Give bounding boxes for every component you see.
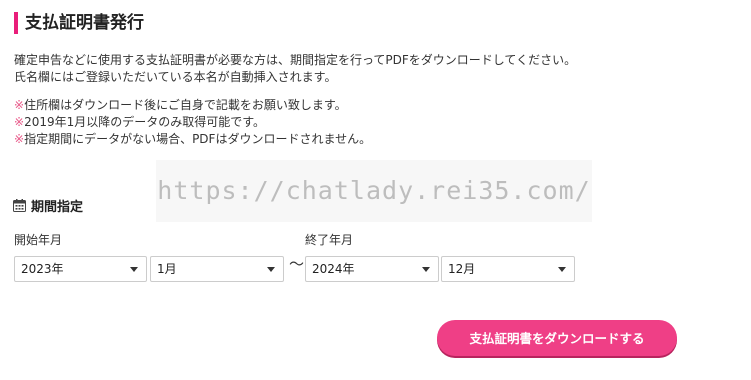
note-text: 2019年1月以降のデータのみ取得可能です。 bbox=[24, 115, 266, 129]
note-item: ※指定期間にデータがない場合、PDFはダウンロードされません。 bbox=[14, 131, 371, 148]
chevron-down-icon bbox=[267, 267, 275, 272]
download-button[interactable]: 支払証明書をダウンロードする bbox=[437, 320, 677, 356]
start-month-value: 1月 bbox=[157, 262, 177, 276]
note-mark: ※ bbox=[14, 132, 25, 146]
range-separator: ～ bbox=[289, 255, 305, 273]
start-label: 開始年月 bbox=[14, 233, 63, 247]
end-year-value: 2024年 bbox=[312, 262, 355, 276]
note-text: 指定期間にデータがない場合、PDFはダウンロードされません。 bbox=[24, 132, 372, 146]
note-mark: ※ bbox=[14, 115, 25, 129]
note-item: ※住所欄はダウンロード後にご自身で記載をお願い致します。 bbox=[14, 97, 371, 114]
chevron-down-icon bbox=[558, 267, 566, 272]
period-heading: 期間指定 bbox=[13, 196, 83, 215]
end-month-value: 12月 bbox=[448, 262, 476, 276]
note-text: 住所欄はダウンロード後にご自身で記載をお願い致します。 bbox=[24, 98, 347, 112]
start-month-select[interactable]: 1月 bbox=[150, 256, 284, 282]
note-item: ※2019年1月以降のデータのみ取得可能です。 bbox=[14, 114, 371, 131]
watermark: https://chatlady.rei35.com/ bbox=[156, 160, 592, 222]
description: 確定申告などに使用する支払証明書が必要な方は、期間指定を行ってPDFをダウンロー… bbox=[14, 52, 576, 86]
start-year-value: 2023年 bbox=[21, 262, 64, 276]
notes-list: ※住所欄はダウンロード後にご自身で記載をお願い致します。 ※2019年1月以降の… bbox=[14, 97, 371, 148]
chevron-down-icon bbox=[422, 267, 430, 272]
end-label: 終了年月 bbox=[305, 233, 354, 247]
end-year-select[interactable]: 2024年 bbox=[305, 256, 439, 282]
end-month-select[interactable]: 12月 bbox=[441, 256, 575, 282]
description-line: 確定申告などに使用する支払証明書が必要な方は、期間指定を行ってPDFをダウンロー… bbox=[14, 53, 577, 67]
page-title: 支払証明書発行 bbox=[14, 12, 144, 34]
start-year-select[interactable]: 2023年 bbox=[14, 256, 147, 282]
chevron-down-icon bbox=[130, 267, 138, 272]
period-heading-label: 期間指定 bbox=[31, 200, 84, 215]
note-mark: ※ bbox=[14, 98, 25, 112]
description-line: 氏名欄にはご登録いただいている本名が自動挿入されます。 bbox=[14, 70, 337, 84]
calendar-icon bbox=[13, 199, 26, 212]
